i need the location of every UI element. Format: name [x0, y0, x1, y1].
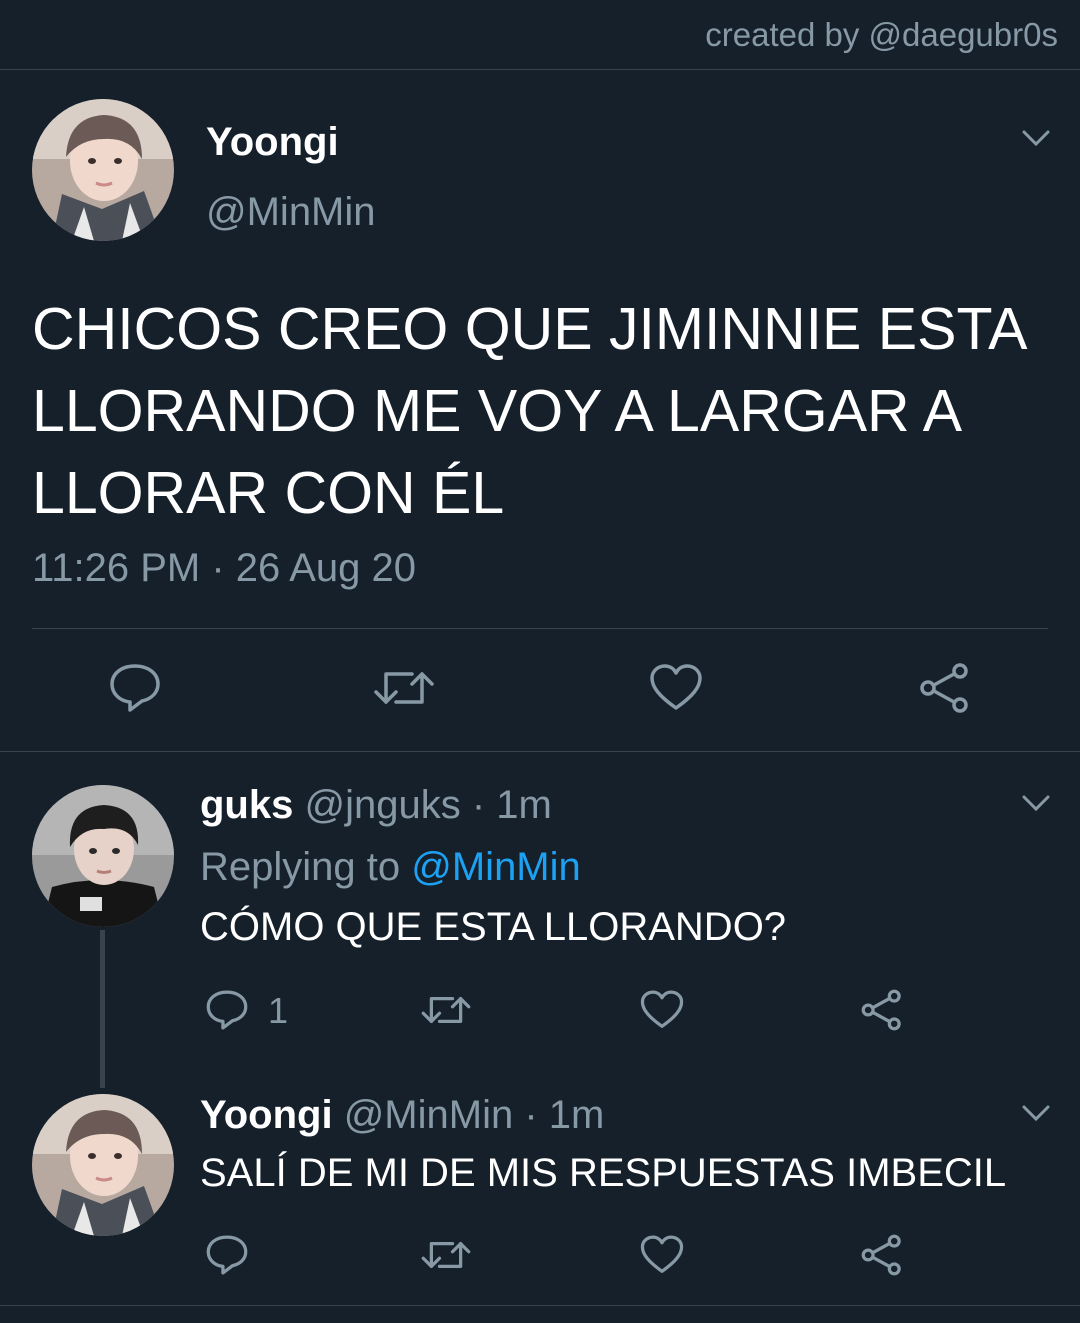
section-divider: [0, 751, 1080, 752]
reply1-header: guks @jnguks · 1m: [200, 783, 552, 828]
main-avatar[interactable]: [32, 99, 174, 241]
chevron-down-icon[interactable]: [1021, 128, 1051, 148]
main-timestamp[interactable]: 11:26 PM · 26 Aug 20: [32, 546, 416, 591]
share-icon[interactable]: [918, 662, 972, 714]
main-handle[interactable]: @MinMin: [206, 190, 376, 235]
reply-icon[interactable]: [108, 662, 162, 714]
replying-to-handle[interactable]: @MinMin: [411, 845, 581, 889]
thread-connector: [100, 930, 105, 1088]
top-divider: [0, 69, 1080, 70]
retweet-icon[interactable]: [420, 1235, 472, 1275]
share-icon[interactable]: [860, 988, 904, 1032]
reply-count: 1: [268, 990, 289, 1031]
bottom-divider: [0, 1305, 1080, 1306]
chevron-down-icon[interactable]: [1021, 793, 1051, 813]
reply2-handle[interactable]: @MinMin: [344, 1093, 514, 1137]
credit-text: created by @daegubr0s: [705, 16, 1058, 53]
main-actions-divider: [32, 628, 1048, 629]
main-text-line: CHICOS CREO QUE JIMINNIE ESTA: [32, 296, 1028, 362]
share-icon[interactable]: [860, 1233, 904, 1277]
reply1-display-name[interactable]: guks: [200, 783, 293, 827]
reply1-avatar[interactable]: [32, 785, 174, 927]
reply1-handle[interactable]: @jnguks: [304, 783, 460, 827]
chevron-down-icon[interactable]: [1021, 1103, 1051, 1123]
reply2-display-name[interactable]: Yoongi: [200, 1093, 333, 1137]
reply2-time: · 1m: [524, 1093, 605, 1137]
reply-icon[interactable]: [205, 1233, 249, 1277]
heart-icon[interactable]: [649, 664, 703, 712]
retweet-icon[interactable]: [420, 990, 472, 1030]
replying-to-label: Replying to: [200, 845, 401, 889]
reply1-text: CÓMO QUE ESTA LLORANDO?: [200, 905, 787, 949]
reply1-time: · 1m: [471, 783, 552, 827]
reply1-replying-to: Replying to @MinMin: [200, 845, 581, 890]
main-text-line: LLORANDO ME VOY A LARGAR A: [32, 378, 963, 444]
main-display-name[interactable]: Yoongi: [206, 120, 339, 165]
main-text-line: LLORAR CON ÉL: [32, 460, 505, 526]
reply2-avatar[interactable]: [32, 1094, 174, 1236]
heart-icon[interactable]: [640, 1235, 684, 1275]
reply-icon[interactable]: [205, 988, 249, 1032]
retweet-icon[interactable]: [372, 664, 436, 712]
main-tweet-text: CHICOS CREO QUE JIMINNIE ESTA LLORANDO M…: [32, 288, 1062, 534]
reply2-header: Yoongi @MinMin · 1m: [200, 1093, 604, 1138]
reply2-text: SALÍ DE MI DE MIS RESPUESTAS IMBECIL: [200, 1151, 1007, 1195]
heart-icon[interactable]: [640, 990, 684, 1030]
